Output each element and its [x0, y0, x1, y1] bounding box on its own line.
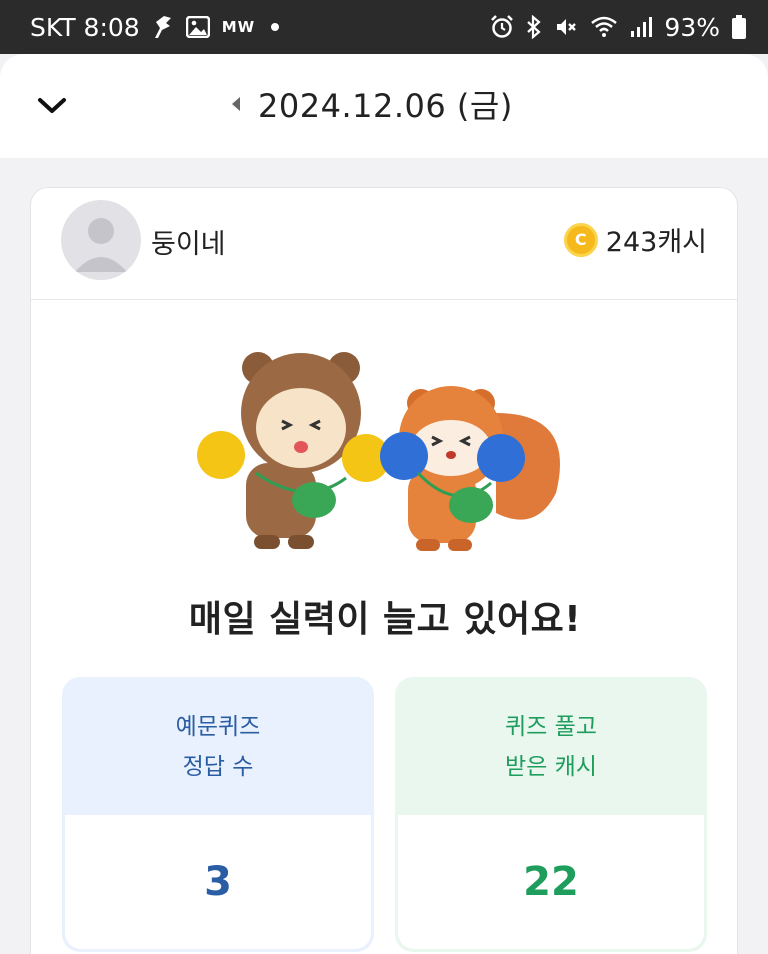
stat-label-line2: 정답 수 [182, 754, 254, 780]
summary-card: 둥이네 C 243캐시 매일 실력이 늘고 있어요! 예문퀴즈 정답 수 3 퀴… [30, 187, 738, 954]
chevron-down-icon[interactable] [30, 84, 74, 128]
monkey-mascot [197, 352, 390, 549]
signal-icon [630, 14, 653, 40]
stat-value: 3 [65, 815, 371, 949]
stat-label-line1: 예문퀴즈 [175, 714, 261, 740]
default-avatar-icon [61, 200, 141, 280]
stat-label-line1: 퀴즈 풀고 [505, 714, 597, 740]
cash-balance: C 243캐시 [563, 220, 707, 259]
battery-percent: 93% [664, 12, 720, 42]
top-sheet: 2024.12.06 (금) [0, 54, 768, 158]
wifi-icon [590, 14, 618, 40]
headline: 매일 실력이 늘고 있어요! [188, 599, 582, 640]
stat-card-earned-cash: 퀴즈 풀고 받은 캐시 22 [395, 677, 707, 952]
alarm-icon [490, 14, 514, 40]
stat-label: 퀴즈 풀고 받은 캐시 [395, 707, 707, 787]
bluetooth-icon [526, 14, 542, 40]
battery-icon [732, 14, 746, 40]
user-name: 둥이네 [151, 229, 226, 260]
carrier-time: SKT 8:08 [30, 12, 140, 42]
mute-icon [554, 14, 578, 40]
stat-label-line2: 받은 캐시 [505, 754, 597, 780]
date-selector: 2024.12.06 (금) [232, 81, 513, 127]
gallery-icon [185, 14, 210, 40]
card-header: 둥이네 C 243캐시 [31, 188, 737, 300]
cash-amount: 243캐시 [605, 227, 707, 258]
stat-card-correct-answers: 예문퀴즈 정답 수 3 [62, 677, 374, 952]
mw-badge: MW [221, 18, 256, 36]
coin-icon: C [563, 222, 598, 257]
bird-icon [152, 14, 174, 40]
caret-left-icon[interactable] [232, 97, 240, 111]
date-label: 2024.12.06 (금) [258, 87, 513, 125]
status-bar: SKT 8:08 MW 93% [0, 0, 768, 54]
stat-value: 22 [398, 815, 704, 949]
squirrel-mascot [380, 386, 560, 551]
notification-dot [271, 23, 280, 31]
stat-label: 예문퀴즈 정답 수 [62, 707, 374, 787]
mascot-illustration [197, 352, 560, 551]
